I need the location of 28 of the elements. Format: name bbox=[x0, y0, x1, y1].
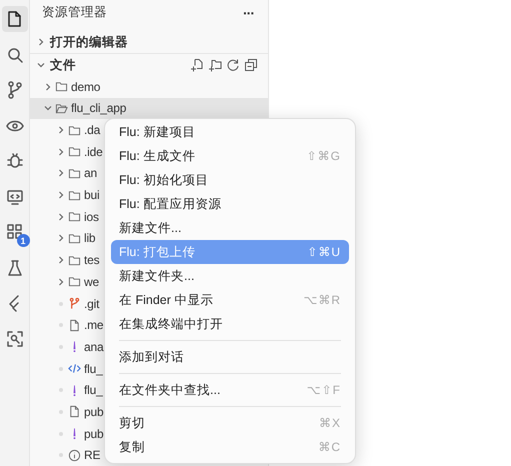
shortcut-label: ⌘X bbox=[318, 416, 341, 430]
shortcut-label: ⇧⌘U bbox=[307, 245, 341, 259]
panel-title: 资源管理器 bbox=[42, 4, 107, 22]
file-name: flu_ bbox=[84, 362, 103, 376]
file-name: we bbox=[84, 274, 99, 289]
file-name: demo bbox=[71, 80, 100, 94]
section-title: 打开的编辑器 bbox=[50, 34, 128, 51]
file-name: ana bbox=[84, 340, 104, 354]
file-name: .ide bbox=[84, 144, 103, 159]
file-name: pub bbox=[84, 404, 104, 419]
file-name: pub bbox=[84, 426, 104, 441]
count-badge: 1 bbox=[16, 234, 30, 247]
file-name: bui bbox=[84, 188, 100, 202]
file-name: flu_ bbox=[84, 383, 103, 398]
shortcut-label: ⌥⌘R bbox=[304, 293, 341, 307]
shortcut-label: ⇧⌘G bbox=[306, 149, 341, 163]
section-title: 文件 bbox=[50, 56, 76, 74]
file-name: an bbox=[84, 166, 97, 180]
file-name: RE bbox=[84, 448, 100, 462]
file-name: ios bbox=[84, 210, 99, 224]
shortcut-label: ⌥⇧F bbox=[306, 383, 341, 397]
file-name: .me bbox=[84, 318, 104, 332]
file-name: tes bbox=[84, 253, 100, 268]
file-name: lib bbox=[84, 231, 96, 246]
file-name: flu_cli_app bbox=[71, 101, 126, 116]
file-name: .da bbox=[84, 123, 100, 138]
file-name: .git bbox=[84, 296, 100, 310]
shortcut-label: ⌘C bbox=[318, 440, 341, 454]
